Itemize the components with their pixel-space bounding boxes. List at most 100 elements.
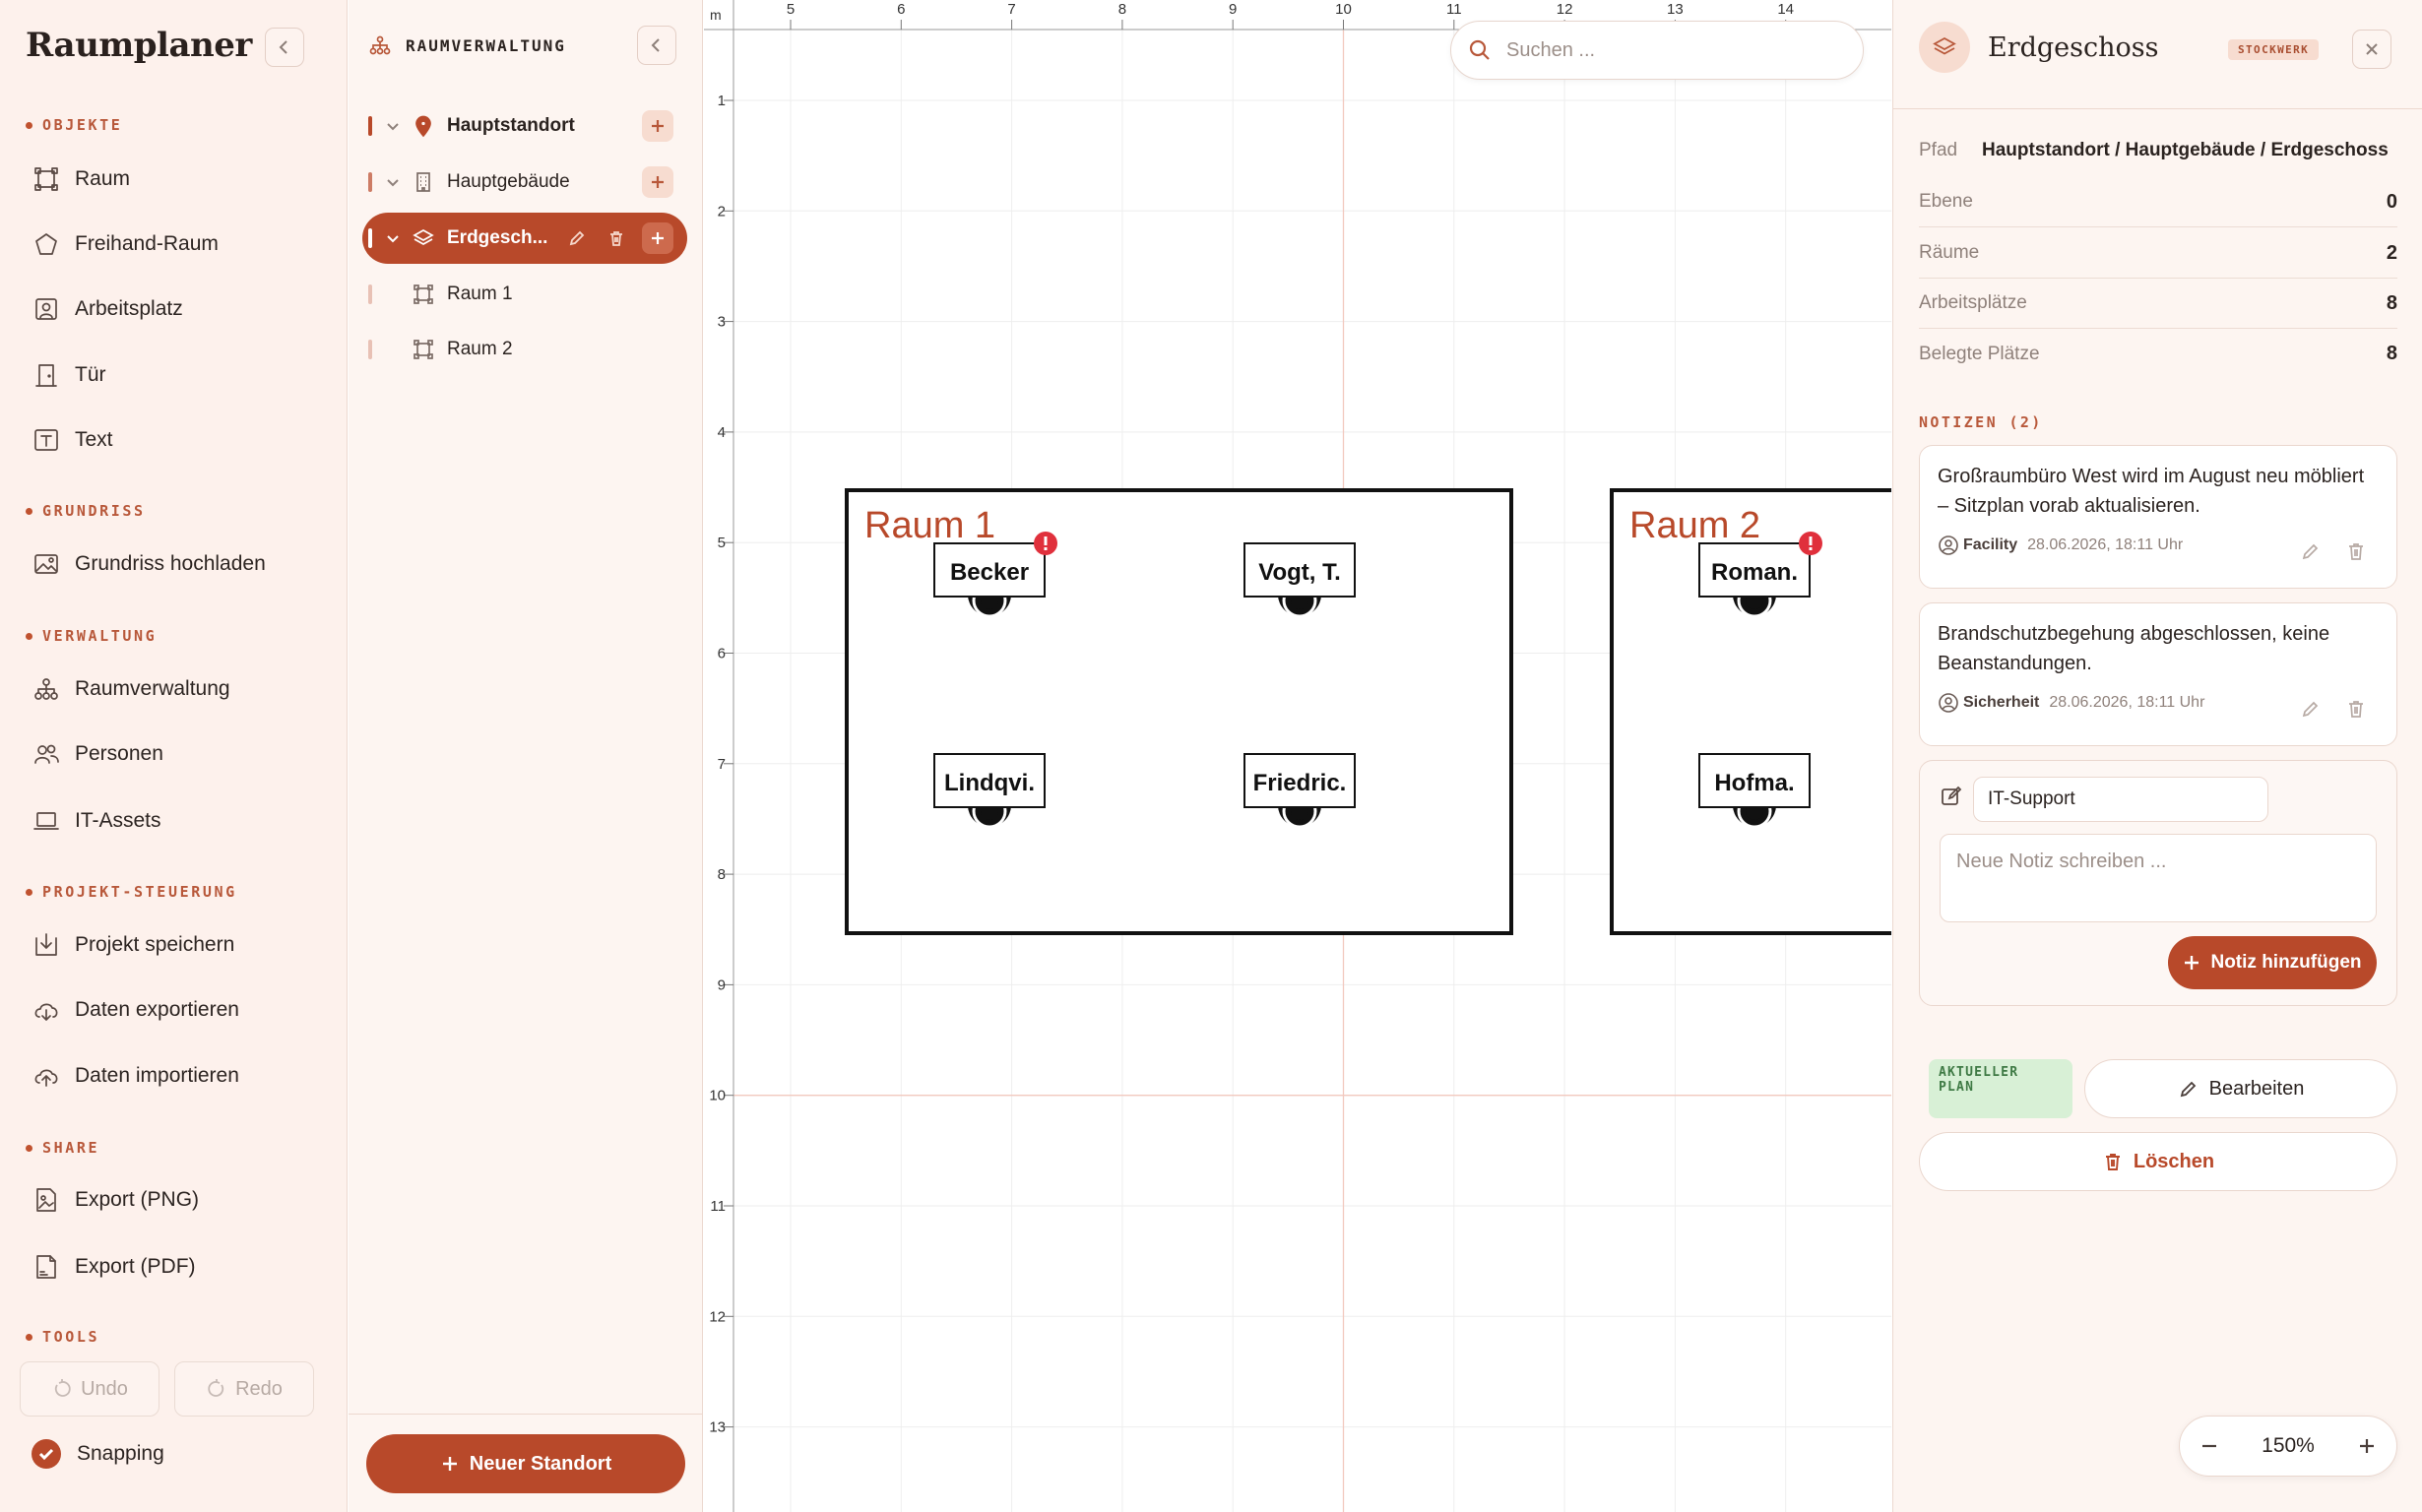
nav-label: Raum [75, 167, 131, 190]
note-author-input[interactable] [1973, 777, 2268, 822]
nav-personen[interactable]: Personen [32, 732, 163, 776]
add-child-button[interactable] [642, 166, 673, 198]
nav-export-pdf[interactable]: Export (PDF) [32, 1245, 196, 1289]
note-text-input[interactable] [1940, 834, 2377, 922]
edit-icon[interactable] [2300, 540, 2322, 562]
add-child-button[interactable] [642, 222, 673, 254]
ruler-y-tick: 7 [718, 756, 726, 773]
zoom-control: 150% [2179, 1416, 2397, 1477]
info-value: 2 [2386, 241, 2397, 264]
close-icon [2366, 43, 2378, 55]
ruler-x-tick: 9 [1229, 1, 1237, 18]
path-value: Hauptstandort / Hauptgebäude / Erdgescho… [1982, 140, 2389, 160]
warning-icon[interactable] [1799, 532, 1822, 555]
chevron-left-icon [279, 40, 287, 54]
chevron-down-icon[interactable] [384, 229, 402, 247]
tree-item-raum-2[interactable]: Raum 2 [362, 324, 687, 375]
info-row-ebene: Ebene 0 [1919, 177, 2397, 227]
trash-icon[interactable] [606, 228, 626, 248]
tree-item-erdgeschoss[interactable]: Erdgesch... [362, 213, 687, 264]
collapse-tree-button[interactable] [637, 26, 676, 65]
tree-item-label: Erdgesch... [447, 227, 548, 248]
search-input[interactable] [1506, 38, 1841, 62]
delete-button[interactable]: Löschen [1919, 1132, 2397, 1191]
nav-label: Arbeitsplatz [75, 297, 183, 320]
trash-icon[interactable] [2345, 698, 2367, 720]
zoom-value: 150% [2262, 1434, 2315, 1457]
layers-icon [1919, 22, 1970, 73]
nav-it-assets[interactable]: IT-Assets [32, 799, 161, 843]
text-icon [34, 429, 58, 451]
nav-raum[interactable]: Raum [32, 158, 130, 201]
add-note-button[interactable]: Notiz hinzufügen [2168, 936, 2377, 989]
snapping-label: Snapping [77, 1442, 164, 1465]
tree-title: RAUMVERWALTUNG [406, 35, 566, 55]
room-2[interactable]: Raum 2 Roman. Hofma. [1610, 488, 1891, 935]
ruler-y-tick: 13 [709, 1419, 726, 1436]
nav-label: Raumverwaltung [75, 677, 230, 700]
chevron-down-icon[interactable] [384, 117, 402, 135]
new-location-button[interactable]: Neuer Standort [366, 1434, 685, 1493]
nav-label: Daten importieren [75, 1064, 239, 1087]
nav-arbeitsplatz[interactable]: Arbeitsplatz [32, 287, 183, 331]
snapping-toggle[interactable]: Snapping [32, 1439, 164, 1469]
nav-freihand-raum[interactable]: Freihand-Raum [32, 222, 219, 266]
edit-icon[interactable] [567, 228, 587, 248]
nav-text[interactable]: Text [32, 418, 113, 462]
note-author: Facility [1963, 536, 2018, 553]
note-text: Großraumbüro West wird im August neu möb… [1938, 466, 2365, 517]
nav-daten-exportieren[interactable]: Daten exportieren [32, 988, 239, 1032]
canvas-search[interactable] [1450, 21, 1864, 80]
nav-export-png[interactable]: Export (PNG) [32, 1178, 199, 1222]
tree-item-hauptstandort[interactable]: Hauptstandort [362, 100, 687, 152]
edit-button[interactable]: Bearbeiten [2084, 1059, 2397, 1118]
trash-icon[interactable] [2345, 540, 2367, 562]
nav-tuer[interactable]: Tür [32, 353, 106, 397]
redo-label: Redo [235, 1377, 283, 1400]
door-icon [35, 364, 57, 387]
chevron-down-icon[interactable] [384, 173, 402, 191]
floorplan-canvas[interactable]: m 5 6 7 8 9 10 11 12 13 14 1 2 3 4 5 6 7 8 9 10 11 12 13 Raum 1B… [704, 0, 1891, 1512]
details-panel: Erdgeschoss STOCKWERK Pfad Hauptstandort… [1892, 0, 2422, 1512]
nav-daten-importieren[interactable]: Daten importieren [32, 1054, 239, 1098]
png-file-icon [36, 1188, 56, 1212]
zoom-in-icon[interactable] [2355, 1434, 2379, 1458]
floorplan-grid[interactable]: m 5 6 7 8 9 10 11 12 13 1412345678910111213Raum 1B… [704, 0, 1891, 1512]
search-icon [1469, 39, 1490, 60]
layers-icon [413, 229, 434, 245]
details-title: Erdgeschoss [1988, 32, 2159, 63]
add-child-button[interactable] [642, 110, 673, 142]
collapse-sidebar-button[interactable] [265, 28, 304, 67]
undo-button[interactable]: Undo [20, 1361, 159, 1417]
nav-grundriss-hochladen[interactable]: Grundriss hochladen [32, 542, 266, 586]
current-plan-badge: AKTUELLER PLAN [1929, 1059, 2072, 1118]
ruler-y-tick: 10 [709, 1088, 726, 1104]
zoom-out-icon[interactable] [2198, 1434, 2221, 1458]
redo-button[interactable]: Redo [174, 1361, 314, 1417]
compose-icon [1942, 786, 1962, 805]
room-icon [414, 340, 433, 359]
section-projekt-steuerung: PROJEKT-STEUERUNG [26, 883, 237, 901]
pentagon-icon [35, 233, 57, 255]
tree-item-raum-1[interactable]: Raum 1 [362, 269, 687, 320]
nav-projekt-speichern[interactable]: Projekt speichern [32, 923, 234, 967]
main-sidebar: Raumplaner OBJEKTE Raum Freihand-Raum Ar… [0, 0, 348, 1512]
ruler-x-tick: 11 [1446, 1, 1462, 18]
tree-item-hauptgebaeude[interactable]: Hauptgebäude [362, 157, 687, 208]
ruler-y-tick: 5 [718, 535, 726, 551]
tree-item-label: Hauptstandort [447, 115, 575, 136]
room-icon [34, 167, 58, 191]
warning-icon[interactable] [1034, 532, 1057, 555]
nav-raumverwaltung[interactable]: Raumverwaltung [32, 667, 230, 711]
info-row-raeume: Räume 2 [1919, 228, 2397, 279]
close-details-button[interactable] [2352, 30, 2391, 69]
undo-label: Undo [81, 1377, 128, 1400]
ruler-x-tick: 12 [1557, 1, 1573, 18]
room-label: Raum 1 [864, 505, 995, 546]
room-1[interactable]: Raum 1 Becker Vogt, T. Lindqvi. Friedric. [845, 488, 1513, 935]
ruler-x-tick: 13 [1667, 1, 1684, 18]
desk-label: Vogt, T. [1258, 559, 1341, 586]
info-label: Ebene [1919, 191, 1973, 212]
tree-item-label: Raum 1 [447, 284, 513, 304]
edit-icon[interactable] [2300, 698, 2322, 720]
